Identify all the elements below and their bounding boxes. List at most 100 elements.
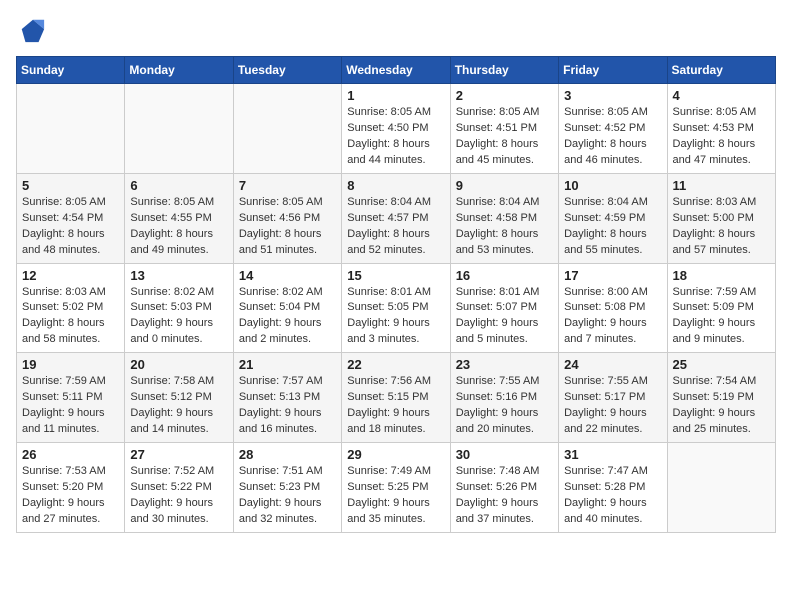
calendar-cell: 3Sunrise: 8:05 AMSunset: 4:52 PMDaylight…: [559, 84, 667, 174]
weekday-header-friday: Friday: [559, 57, 667, 84]
day-number: 24: [564, 357, 661, 372]
day-number: 2: [456, 88, 553, 103]
day-number: 20: [130, 357, 227, 372]
day-number: 15: [347, 268, 444, 283]
day-number: 21: [239, 357, 336, 372]
day-info: Sunrise: 7:47 AMSunset: 5:28 PMDaylight:…: [564, 464, 661, 528]
calendar-cell: 6Sunrise: 8:05 AMSunset: 4:55 PMDaylight…: [125, 173, 233, 263]
day-info: Sunrise: 7:52 AMSunset: 5:22 PMDaylight:…: [130, 464, 227, 528]
day-info: Sunrise: 8:01 AMSunset: 5:07 PMDaylight:…: [456, 285, 553, 349]
day-number: 27: [130, 447, 227, 462]
calendar-cell: 15 Sunrise: 8:01 AMSunset: 5:05 PMDayligh…: [342, 263, 450, 353]
day-info: Sunrise: 7:55 AMSunset: 5:17 PMDaylight:…: [564, 374, 661, 438]
day-number: 9: [456, 178, 553, 193]
day-info: Sunrise: 8:05 AMSunset: 4:54 PMDaylight:…: [22, 195, 119, 259]
day-number: 28: [239, 447, 336, 462]
day-number: 4: [673, 88, 770, 103]
day-info: Sunrise: 7:59 AMSunset: 5:09 PMDaylight:…: [673, 285, 770, 349]
day-number: 30: [456, 447, 553, 462]
day-number: 29: [347, 447, 444, 462]
weekday-header-wednesday: Wednesday: [342, 57, 450, 84]
day-number: 10: [564, 178, 661, 193]
day-number: 1: [347, 88, 444, 103]
day-info: Sunrise: 8:05 AMSunset: 4:51 PMDaylight:…: [456, 105, 553, 169]
calendar-cell: 16 Sunrise: 8:01 AMSunset: 5:07 PMDayligh…: [450, 263, 558, 353]
calendar-cell: 11 Sunrise: 8:03 AMSunset: 5:00 PMDayligh…: [667, 173, 775, 263]
calendar-cell: 18 Sunrise: 7:59 AMSunset: 5:09 PMDayligh…: [667, 263, 775, 353]
day-number: 16: [456, 268, 553, 283]
day-number: 19: [22, 357, 119, 372]
calendar-cell: 21 Sunrise: 7:57 AMSunset: 5:13 PMDayligh…: [233, 353, 341, 443]
calendar-cell: 22 Sunrise: 7:56 AMSunset: 5:15 PMDayligh…: [342, 353, 450, 443]
day-info: Sunrise: 8:04 AMSunset: 4:58 PMDaylight:…: [456, 195, 553, 259]
day-info: Sunrise: 8:02 AMSunset: 5:03 PMDaylight:…: [130, 285, 227, 349]
day-number: 8: [347, 178, 444, 193]
calendar-cell: 24 Sunrise: 7:55 AMSunset: 5:17 PMDayligh…: [559, 353, 667, 443]
day-info: Sunrise: 8:04 AMSunset: 4:59 PMDaylight:…: [564, 195, 661, 259]
day-info: Sunrise: 8:05 AMSunset: 4:56 PMDaylight:…: [239, 195, 336, 259]
calendar-table: SundayMondayTuesdayWednesdayThursdayFrid…: [16, 56, 776, 533]
calendar-cell: 20 Sunrise: 7:58 AMSunset: 5:12 PMDayligh…: [125, 353, 233, 443]
calendar-cell: 31 Sunrise: 7:47 AMSunset: 5:28 PMDayligh…: [559, 443, 667, 533]
calendar-cell: 29 Sunrise: 7:49 AMSunset: 5:25 PMDayligh…: [342, 443, 450, 533]
weekday-header-tuesday: Tuesday: [233, 57, 341, 84]
logo: [16, 16, 46, 44]
calendar-cell: [125, 84, 233, 174]
day-info: Sunrise: 8:05 AMSunset: 4:53 PMDaylight:…: [673, 105, 770, 169]
day-info: Sunrise: 7:53 AMSunset: 5:20 PMDaylight:…: [22, 464, 119, 528]
calendar-cell: [233, 84, 341, 174]
day-number: 13: [130, 268, 227, 283]
calendar-cell: 25 Sunrise: 7:54 AMSunset: 5:19 PMDayligh…: [667, 353, 775, 443]
weekday-header-thursday: Thursday: [450, 57, 558, 84]
day-info: Sunrise: 7:55 AMSunset: 5:16 PMDaylight:…: [456, 374, 553, 438]
day-info: Sunrise: 7:49 AMSunset: 5:25 PMDaylight:…: [347, 464, 444, 528]
day-info: Sunrise: 8:05 AMSunset: 4:50 PMDaylight:…: [347, 105, 444, 169]
logo-icon: [18, 16, 46, 44]
day-number: 31: [564, 447, 661, 462]
day-info: Sunrise: 7:56 AMSunset: 5:15 PMDaylight:…: [347, 374, 444, 438]
weekday-header-saturday: Saturday: [667, 57, 775, 84]
day-info: Sunrise: 7:54 AMSunset: 5:19 PMDaylight:…: [673, 374, 770, 438]
day-number: 12: [22, 268, 119, 283]
day-number: 26: [22, 447, 119, 462]
calendar-cell: [17, 84, 125, 174]
day-number: 18: [673, 268, 770, 283]
day-info: Sunrise: 8:03 AMSunset: 5:00 PMDaylight:…: [673, 195, 770, 259]
calendar-cell: 1 Sunrise: 8:05 AMSunset: 4:50 PMDaylight…: [342, 84, 450, 174]
day-info: Sunrise: 8:01 AMSunset: 5:05 PMDaylight:…: [347, 285, 444, 349]
weekday-header-sunday: Sunday: [17, 57, 125, 84]
calendar-cell: 23 Sunrise: 7:55 AMSunset: 5:16 PMDayligh…: [450, 353, 558, 443]
calendar-cell: 26 Sunrise: 7:53 AMSunset: 5:20 PMDayligh…: [17, 443, 125, 533]
calendar-cell: 14 Sunrise: 8:02 AMSunset: 5:04 PMDayligh…: [233, 263, 341, 353]
day-info: Sunrise: 7:48 AMSunset: 5:26 PMDaylight:…: [456, 464, 553, 528]
calendar-cell: 27 Sunrise: 7:52 AMSunset: 5:22 PMDayligh…: [125, 443, 233, 533]
day-number: 22: [347, 357, 444, 372]
day-info: Sunrise: 7:59 AMSunset: 5:11 PMDaylight:…: [22, 374, 119, 438]
day-number: 25: [673, 357, 770, 372]
page-header: [16, 16, 776, 44]
day-info: Sunrise: 7:58 AMSunset: 5:12 PMDaylight:…: [130, 374, 227, 438]
calendar-cell: 28Sunrise: 7:51 AMSunset: 5:23 PMDayligh…: [233, 443, 341, 533]
calendar-cell: 19 Sunrise: 7:59 AMSunset: 5:11 PMDayligh…: [17, 353, 125, 443]
calendar-cell: 5Sunrise: 8:05 AMSunset: 4:54 PMDaylight…: [17, 173, 125, 263]
weekday-header-monday: Monday: [125, 57, 233, 84]
day-number: 17: [564, 268, 661, 283]
day-number: 7: [239, 178, 336, 193]
calendar-cell: 30 Sunrise: 7:48 AMSunset: 5:26 PMDayligh…: [450, 443, 558, 533]
day-info: Sunrise: 7:57 AMSunset: 5:13 PMDaylight:…: [239, 374, 336, 438]
day-info: Sunrise: 8:02 AMSunset: 5:04 PMDaylight:…: [239, 285, 336, 349]
day-number: 14: [239, 268, 336, 283]
calendar-cell: [667, 443, 775, 533]
day-number: 11: [673, 178, 770, 193]
calendar-cell: 12Sunrise: 8:03 AMSunset: 5:02 PMDayligh…: [17, 263, 125, 353]
calendar-cell: 13 Sunrise: 8:02 AMSunset: 5:03 PMDayligh…: [125, 263, 233, 353]
calendar-cell: 9 Sunrise: 8:04 AMSunset: 4:58 PMDaylight…: [450, 173, 558, 263]
calendar-cell: 8 Sunrise: 8:04 AMSunset: 4:57 PMDaylight…: [342, 173, 450, 263]
calendar-cell: 2 Sunrise: 8:05 AMSunset: 4:51 PMDaylight…: [450, 84, 558, 174]
day-info: Sunrise: 8:04 AMSunset: 4:57 PMDaylight:…: [347, 195, 444, 259]
day-info: Sunrise: 8:05 AMSunset: 4:55 PMDaylight:…: [130, 195, 227, 259]
day-info: Sunrise: 8:05 AMSunset: 4:52 PMDaylight:…: [564, 105, 661, 169]
calendar-cell: 17Sunrise: 8:00 AMSunset: 5:08 PMDayligh…: [559, 263, 667, 353]
day-number: 23: [456, 357, 553, 372]
calendar-cell: 10 Sunrise: 8:04 AMSunset: 4:59 PMDayligh…: [559, 173, 667, 263]
